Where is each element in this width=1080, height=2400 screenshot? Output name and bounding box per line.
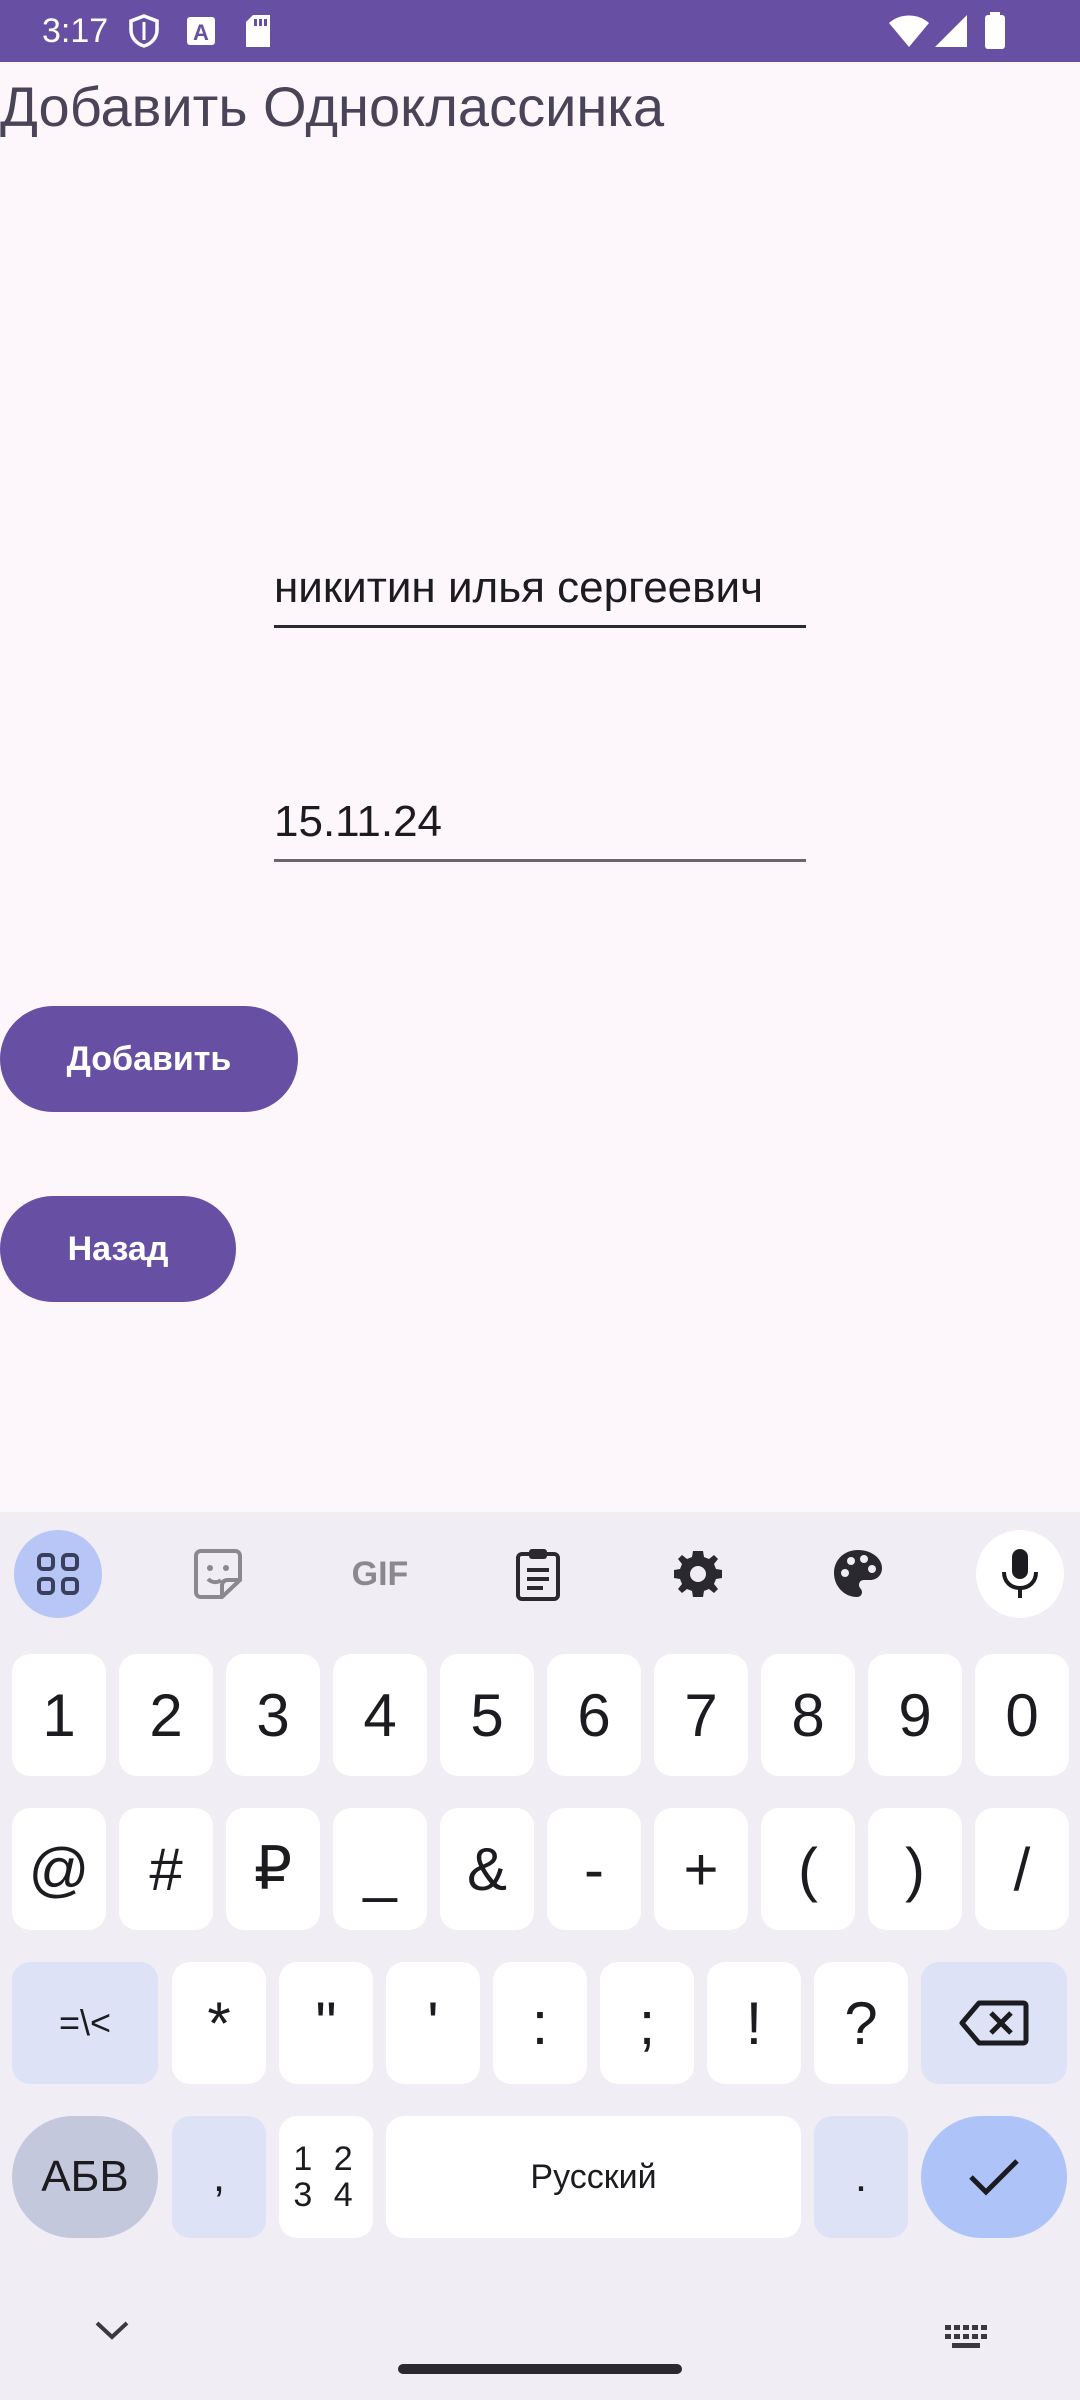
key-9[interactable]: 9 [868,1654,962,1776]
enter-key[interactable] [921,2116,1067,2238]
key-slash[interactable]: / [975,1808,1069,1930]
numpad-key-bottom: 3 4 [293,2176,359,2214]
sticker-icon[interactable] [174,1530,262,1618]
numpad-key-top: 1 2 [293,2140,359,2178]
clipboard-icon[interactable] [494,1530,582,1618]
microphone-icon[interactable] [976,1530,1064,1618]
battery-icon [984,12,1006,55]
key-1[interactable]: 1 [12,1654,106,1776]
comma-key[interactable]: , [172,2116,266,2238]
key-8[interactable]: 8 [761,1654,855,1776]
key-at[interactable]: @ [12,1808,106,1930]
key-minus[interactable]: - [547,1808,641,1930]
settings-gear-icon[interactable] [654,1530,742,1618]
svg-text:A: A [193,20,209,45]
key-2[interactable]: 2 [119,1654,213,1776]
sd-card-icon [244,14,272,53]
key-0[interactable]: 0 [975,1654,1069,1776]
letters-key[interactable]: АБВ [12,2116,158,2238]
keyboard: GIF 1 2 3 4 5 6 7 8 9 0 @ # ₽ _ & - + ( … [0,1512,1080,2400]
key-single-quote[interactable]: ' [386,1962,480,2084]
wifi-icon [888,14,930,53]
shield-icon [128,14,160,53]
palette-icon[interactable] [814,1530,902,1618]
name-input[interactable] [274,550,806,625]
key-double-quote[interactable]: " [279,1962,373,2084]
apps-grid-icon[interactable] [14,1530,102,1618]
more-symbols-key[interactable]: =\< [12,1962,158,2084]
signal-icon [934,14,968,53]
key-ruble[interactable]: ₽ [226,1808,320,1930]
keyboard-toolbar: GIF [0,1512,1080,1632]
home-indicator[interactable] [398,2364,682,2374]
date-field[interactable] [274,784,806,862]
gif-icon[interactable]: GIF [334,1530,426,1618]
key-close-paren[interactable]: ) [868,1808,962,1930]
key-asterisk[interactable]: * [172,1962,266,2084]
app-a-icon: A [186,16,216,51]
status-time: 3:17 [42,12,109,50]
key-semicolon[interactable]: ; [600,1962,694,2084]
key-open-paren[interactable]: ( [761,1808,855,1930]
key-ampersand[interactable]: & [440,1808,534,1930]
key-hash[interactable]: # [119,1808,213,1930]
keyboard-switch-icon[interactable] [944,2324,990,2355]
period-key[interactable]: . [814,2116,908,2238]
add-button[interactable]: Добавить [0,1006,298,1112]
numpad-key[interactable]: 1 2 3 4 [279,2116,373,2238]
space-key[interactable]: Русский [386,2116,801,2238]
gif-label: GIF [351,1554,409,1593]
key-5[interactable]: 5 [440,1654,534,1776]
checkmark-icon [969,2159,1019,2196]
key-colon[interactable]: : [493,1962,587,2084]
key-6[interactable]: 6 [547,1654,641,1776]
key-plus[interactable]: + [654,1808,748,1930]
backspace-icon [959,2000,1029,2046]
back-button[interactable]: Назад [0,1196,236,1302]
key-4[interactable]: 4 [333,1654,427,1776]
hide-keyboard-chevron-icon[interactable] [92,2318,132,2347]
key-exclamation[interactable]: ! [707,1962,801,2084]
name-field[interactable] [274,550,806,628]
key-question[interactable]: ? [814,1962,908,2084]
key-3[interactable]: 3 [226,1654,320,1776]
key-7[interactable]: 7 [654,1654,748,1776]
date-input[interactable] [274,784,806,859]
backspace-key[interactable] [921,1962,1067,2084]
status-bar: 3:17 A [0,0,1080,62]
key-underscore[interactable]: _ [333,1808,427,1930]
page-title: Добавить Одноклассинка [0,75,665,138]
